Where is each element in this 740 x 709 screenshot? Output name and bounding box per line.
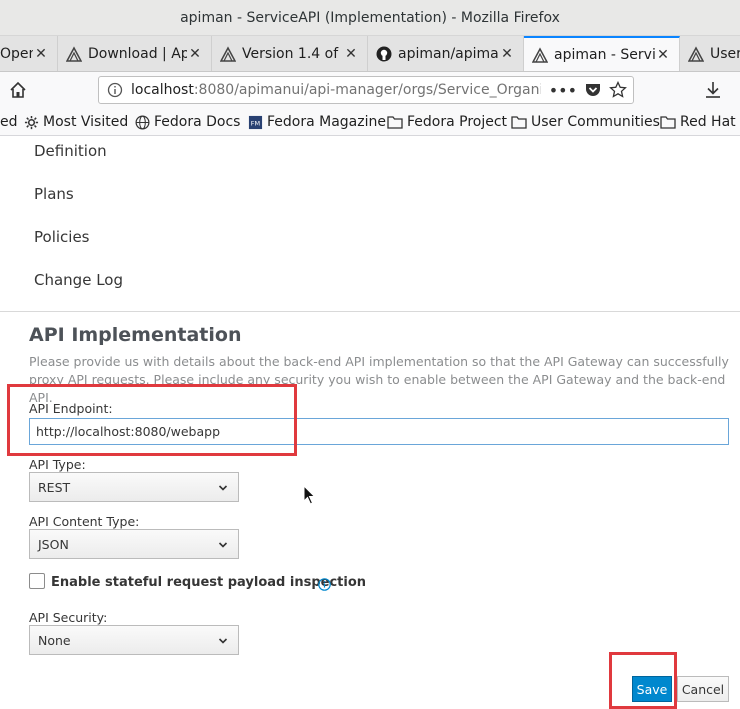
tab-label: Download | Ap bbox=[88, 46, 187, 62]
section-title: API Implementation bbox=[29, 324, 242, 346]
tab-label: apiman/apimar bbox=[398, 46, 499, 62]
bookmark-label: Fedora Project bbox=[407, 114, 508, 130]
content-type-value: JSON bbox=[38, 536, 69, 552]
apiman-icon bbox=[688, 46, 704, 62]
bookmark-label: Most Visited bbox=[43, 114, 129, 130]
chevron-down-icon bbox=[218, 634, 228, 649]
bookmark-label: Fedora Docs bbox=[154, 114, 241, 130]
tab-2[interactable]: Version 1.4 of a ✕ bbox=[212, 36, 368, 71]
section-divider bbox=[0, 311, 740, 312]
save-highlight-box bbox=[609, 652, 677, 709]
tab-bar: Open ✕ Download | Ap ✕ Version 1.4 of a … bbox=[0, 36, 740, 72]
chevron-down-icon bbox=[218, 481, 228, 496]
tab-label: Version 1.4 of a bbox=[242, 46, 343, 62]
stateful-inspection-checkbox[interactable] bbox=[29, 573, 45, 589]
nav-link-policies[interactable]: Policies bbox=[34, 228, 89, 246]
tab-3[interactable]: apiman/apimar ✕ bbox=[368, 36, 524, 71]
api-type-value: REST bbox=[38, 479, 71, 495]
close-icon[interactable]: ✕ bbox=[187, 46, 203, 62]
close-icon[interactable]: ✕ bbox=[655, 47, 671, 63]
svg-text:FM: FM bbox=[251, 119, 261, 127]
folder-icon bbox=[511, 115, 527, 129]
apiman-icon bbox=[66, 46, 82, 62]
tab-label: apiman - Servic bbox=[554, 47, 655, 63]
mouse-cursor-icon bbox=[303, 484, 317, 509]
page-content: Definition Plans Policies Change Log API… bbox=[0, 137, 740, 709]
bookmark-item-ed[interactable]: ed bbox=[0, 108, 18, 135]
bookmark-fedora-project[interactable]: Fedora Project bbox=[387, 108, 508, 135]
folder-icon bbox=[660, 115, 676, 129]
github-icon bbox=[376, 46, 392, 62]
folder-icon bbox=[387, 115, 403, 129]
star-icon[interactable] bbox=[609, 81, 627, 99]
tab-4[interactable]: apiman - Servic ✕ bbox=[524, 36, 680, 71]
content-type-label: API Content Type: bbox=[29, 514, 140, 529]
url-host: localhost bbox=[131, 82, 194, 98]
tab-label: User bbox=[710, 46, 740, 62]
apiman-icon bbox=[220, 46, 236, 62]
window-title: apiman - ServiceAPI (Implementation) - M… bbox=[180, 9, 560, 26]
fm-icon: FM bbox=[248, 115, 263, 130]
bookmark-fedora-magazine[interactable]: FM Fedora Magazine bbox=[248, 108, 386, 135]
tab-0[interactable]: Open ✕ bbox=[0, 36, 58, 71]
bookmark-user-communities[interactable]: User Communities bbox=[511, 108, 660, 135]
navigation-bar: localhost:8080/apimanui/api-manager/orgs… bbox=[0, 72, 740, 108]
bookmark-most-visited[interactable]: Most Visited bbox=[24, 108, 129, 135]
endpoint-highlight-box bbox=[7, 384, 297, 456]
help-info-icon[interactable] bbox=[318, 576, 331, 595]
bookmark-red-hat[interactable]: Red Hat bbox=[660, 108, 736, 135]
close-icon[interactable]: ✕ bbox=[343, 46, 359, 62]
bookmark-label: Fedora Magazine bbox=[267, 114, 386, 130]
nav-link-change-log[interactable]: Change Log bbox=[34, 271, 123, 289]
bookmark-label: ed bbox=[0, 114, 18, 130]
bookmark-label: Red Hat bbox=[680, 114, 736, 130]
url-path: :8080/apimanui/api-manager/orgs/Service_… bbox=[193, 82, 541, 98]
page-actions-icon[interactable]: ••• bbox=[549, 81, 577, 100]
close-icon[interactable]: ✕ bbox=[499, 46, 515, 62]
tab-5[interactable]: User bbox=[680, 36, 740, 71]
api-type-select[interactable]: REST bbox=[29, 472, 239, 502]
api-security-select[interactable]: None bbox=[29, 625, 239, 655]
nav-link-definition[interactable]: Definition bbox=[34, 142, 107, 160]
bookmark-label: User Communities bbox=[531, 114, 660, 130]
pocket-icon[interactable] bbox=[585, 82, 601, 98]
apiman-icon bbox=[532, 47, 548, 63]
home-icon[interactable] bbox=[9, 81, 27, 103]
cancel-button[interactable]: Cancel bbox=[677, 676, 729, 702]
globe-icon bbox=[135, 115, 150, 130]
info-icon[interactable] bbox=[107, 82, 123, 98]
url-bar[interactable]: localhost:8080/apimanui/api-manager/orgs… bbox=[98, 76, 634, 104]
api-security-value: None bbox=[38, 632, 71, 648]
chevron-down-icon bbox=[218, 538, 228, 553]
tab-label: Open bbox=[0, 46, 33, 62]
bookmark-fedora-docs[interactable]: Fedora Docs bbox=[135, 108, 241, 135]
nav-link-plans[interactable]: Plans bbox=[34, 185, 74, 203]
bookmarks-toolbar: ed Most Visited Fedora Docs FM Fedora Ma… bbox=[0, 108, 740, 136]
content-type-select[interactable]: JSON bbox=[29, 529, 239, 559]
tab-1[interactable]: Download | Ap ✕ bbox=[58, 36, 212, 71]
api-type-label: API Type: bbox=[29, 457, 86, 472]
gear-icon bbox=[24, 115, 39, 130]
window-titlebar: apiman - ServiceAPI (Implementation) - M… bbox=[0, 0, 740, 36]
close-icon[interactable]: ✕ bbox=[33, 46, 49, 62]
api-security-label: API Security: bbox=[29, 610, 108, 625]
download-icon[interactable] bbox=[704, 81, 722, 103]
